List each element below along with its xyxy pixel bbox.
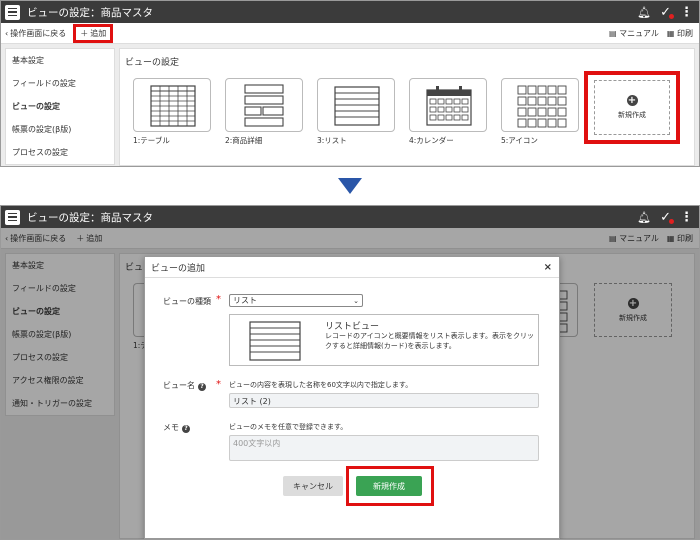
dialog-header: ビューの追加 × [145,257,559,278]
check-icon[interactable]: ✓ [660,5,674,20]
view-tile-form[interactable] [225,78,303,132]
view-tile-calendar[interactable] [409,78,487,132]
required-mark: * [216,294,221,305]
dialog-title: ビューの追加 [151,263,206,274]
kebab-menu-icon[interactable]: ⋮ [680,5,693,20]
print-link[interactable]: ▦ 印刷 [667,28,693,39]
side-item-process[interactable]: プロセスの設定 [6,141,114,164]
check-icon[interactable]: ✓ [660,210,674,225]
title-bar: ビューの設定：商品マスタ 🔔︎ ✓ ⋮ [1,1,699,23]
view-name-label-text: ビュー名 [163,381,195,390]
printer-icon: ▦ [666,28,675,38]
create-button[interactable]: 新規作成 [356,476,422,496]
view-settings-panel: ビューの設定 1:テーブル 2:商品詳細 3:リスト 4:カレンダー 5:アイコ… [119,48,695,166]
top-screenshot: ビューの設定：商品マスタ 🔔︎ ✓ ⋮ ‹ 操作画面に戻る ＋ 追加 ▤ マニュ… [0,0,700,167]
view-tile-list[interactable] [317,78,395,132]
memo-label-text: メモ [163,423,179,432]
book-icon: ▤ [609,28,617,38]
print-label: 印刷 [677,28,693,38]
preview-description: レコードのアイコンと概要情報をリスト表示します。表示をクリックすると詳細情報(カ… [325,332,534,350]
required-mark: * [216,379,221,390]
manual-label: マニュアル [619,28,659,38]
cancel-button[interactable]: キャンセル [283,476,343,496]
view-name-hint: ビューの内容を表現した名称を60文字以内で指定します。 [229,381,413,389]
view-type-preview: リストビュー レコードのアイコンと概要情報をリスト表示します。表示をクリックする… [229,314,539,366]
help-icon[interactable]: ? [198,383,206,391]
title-bar: ビューの設定：商品マスタ 🔔︎ ✓ ⋮ [1,206,699,228]
form-icon [244,84,284,127]
chevron-left-icon: ‹ [5,28,9,38]
new-view-tile[interactable]: + 新規作成 [594,80,670,135]
new-view-label: 新規作成 [618,111,646,119]
memo-label: メモ? [163,422,190,433]
side-item-basic[interactable]: 基本設定 [6,49,114,72]
create-button-highlight: 新規作成 [346,466,434,506]
side-item-fields[interactable]: フィールドの設定 [6,72,114,95]
side-item-forms[interactable]: 帳票の設定(β版) [6,118,114,141]
view-name-label: ビュー名? [163,380,206,391]
view-tile-label: 1:テーブル [133,136,170,145]
bell-icon[interactable]: 🔔︎ [637,6,651,19]
view-type-value: リスト [233,296,257,305]
calendar-icon [426,86,472,126]
view-type-label: ビューの種類 [163,297,211,306]
kebab-menu-icon[interactable]: ⋮ [680,210,693,225]
view-tile-table[interactable] [133,78,211,132]
bottom-screenshot: ビューの設定：商品マスタ 🔔︎ ✓ ⋮ ‹ 操作画面に戻る ＋ 追加 ▤ マニュ… [0,205,700,540]
content-area: 基本設定 フィールドの設定 ビューの設定 帳票の設定(β版) プロセスの設定 ビ… [1,44,699,166]
memo-hint: ビューのメモを任意で登録できます。 [229,423,348,431]
view-tile-label: 5:アイコン [501,136,538,145]
manual-link[interactable]: ▤ マニュアル [609,28,659,39]
icon-grid-icon [517,85,567,128]
plus-icon: ＋ [80,28,89,38]
add-button-label: 追加 [90,28,107,38]
view-name-input[interactable]: リスト (2) [229,393,539,408]
plus-circle-icon: + [626,95,638,106]
panel-title: ビューの設定 [125,58,180,68]
add-button[interactable]: ＋ 追加 [73,23,114,43]
new-view-highlight: + 新規作成 [584,71,680,144]
view-tile-icon[interactable] [501,78,579,132]
toolbar: ‹ 操作画面に戻る ＋ 追加 ▤ マニュアル ▦ 印刷 [1,23,699,44]
arrow-down-icon [338,178,362,194]
view-tile-label: 3:リスト [317,136,347,145]
side-item-views[interactable]: ビューの設定 [6,95,114,118]
window-title: ビューの設定：商品マスタ [27,6,153,19]
view-tile-label: 4:カレンダー [409,136,454,145]
bell-icon[interactable]: 🔔︎ [637,211,651,224]
chevron-down-icon: ⌄ [353,296,359,305]
back-link[interactable]: ‹ 操作画面に戻る [5,28,66,39]
settings-side-menu: 基本設定 フィールドの設定 ビューの設定 帳票の設定(β版) プロセスの設定 [5,48,115,165]
hamburger-menu-icon[interactable] [5,209,20,225]
close-icon[interactable]: × [544,262,559,273]
back-link-label: 操作画面に戻る [10,28,67,38]
help-icon[interactable]: ? [182,425,190,433]
notification-dot [669,218,674,224]
list-icon [249,321,301,361]
view-tile-label: 2:商品詳細 [225,136,263,145]
view-type-select[interactable]: リスト ⌄ [229,294,363,307]
list-icon [334,86,380,126]
table-icon [150,85,196,127]
add-view-dialog: ビューの追加 × ビューの種類 * リスト ⌄ リストビュー レコードのアイコン… [144,256,560,539]
notification-dot [669,13,674,19]
window-title: ビューの設定：商品マスタ [27,211,153,224]
memo-input[interactable]: 400文字以内 [229,435,539,461]
hamburger-menu-icon[interactable] [5,4,20,20]
